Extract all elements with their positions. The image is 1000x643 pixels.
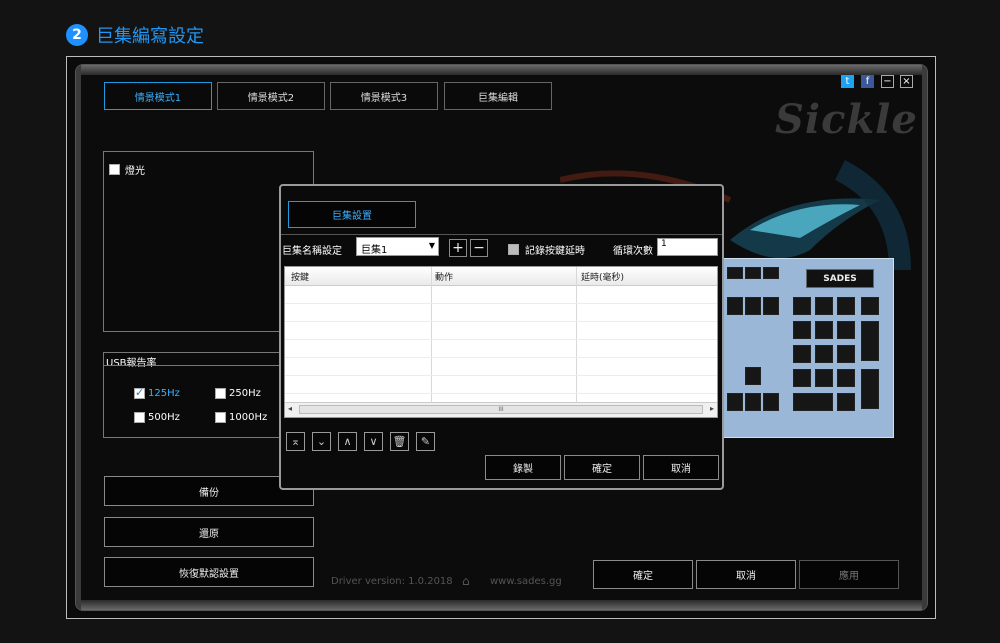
usb-rate-title: USB報告率 [106, 358, 157, 369]
minimize-icon[interactable]: − [881, 75, 894, 88]
record-delay-label: 記錄按鍵延時 [525, 246, 585, 257]
tab-macro-settings[interactable]: 巨集設置 [288, 201, 416, 228]
footer-cancel-button[interactable]: 取消 [696, 560, 796, 589]
delete-icon[interactable]: 🗑 [390, 432, 409, 451]
column-delay: 延時(毫秒) [581, 273, 625, 283]
lighting-label: 燈光 [125, 166, 145, 177]
move-bottom-icon[interactable]: ⌄ [312, 432, 331, 451]
column-key: 按鍵 [291, 273, 310, 283]
tab-profile-3[interactable]: 情景模式3 [330, 82, 438, 110]
macro-name-value: 巨集1 [361, 245, 388, 256]
move-down-icon[interactable]: ∨ [364, 432, 383, 451]
loop-count-label: 循環次數 [613, 246, 653, 257]
tab-profile-1[interactable]: 情景模式1 [104, 82, 212, 110]
macro-name-select[interactable]: 巨集1 ▼ [356, 237, 439, 256]
dialog-cancel-button[interactable]: 取消 [643, 455, 719, 480]
dialog-ok-button[interactable]: 確定 [564, 455, 640, 480]
usb-option-500[interactable]: 500Hz [134, 412, 180, 423]
add-macro-button[interactable]: + [449, 239, 467, 257]
twitter-icon[interactable]: t [841, 75, 854, 88]
remove-macro-button[interactable]: − [470, 239, 488, 257]
checkbox-500hz[interactable] [134, 412, 145, 423]
record-button[interactable]: 錄製 [485, 455, 561, 480]
usb-option-125[interactable]: 125Hz [134, 386, 180, 399]
keyboard-image: SADES [722, 258, 894, 438]
macro-action-table[interactable]: 按鍵 動作 延時(毫秒) ◂ III ▸ [284, 266, 718, 418]
footer-ok-button[interactable]: 確定 [593, 560, 693, 589]
scroll-left-icon[interactable]: ◂ [288, 404, 292, 413]
usb-option-250[interactable]: 250Hz [215, 388, 261, 399]
reset-defaults-button[interactable]: 恢復默認設置 [104, 557, 314, 587]
horizontal-scrollbar[interactable]: ◂ III ▸ [285, 402, 717, 417]
move-up-icon[interactable]: ∧ [338, 432, 357, 451]
close-icon[interactable]: × [900, 75, 913, 88]
checkbox-250hz[interactable] [215, 388, 226, 399]
home-icon[interactable]: ⌂ [462, 574, 470, 588]
website-link[interactable]: www.sades.gg [490, 576, 562, 587]
tab-profile-2[interactable]: 情景模式2 [217, 82, 325, 110]
restore-button[interactable]: 還原 [104, 517, 314, 547]
step-number: 2 [66, 24, 88, 46]
record-delay-checkbox[interactable] [508, 244, 519, 255]
section-title: 巨集編寫設定 [96, 26, 204, 47]
column-action: 動作 [435, 273, 454, 283]
lighting-checkbox[interactable] [109, 164, 120, 175]
tab-macro-edit[interactable]: 巨集編輯 [444, 82, 552, 110]
move-top-icon[interactable]: ⌅ [286, 432, 305, 451]
loop-count-input[interactable]: 1 [657, 238, 718, 256]
table-header: 按鍵 動作 延時(毫秒) [285, 267, 717, 286]
sades-logo: SADES [806, 269, 874, 288]
driver-version: Driver version: 1.0.2018 [331, 576, 453, 587]
footer-apply-button[interactable]: 應用 [799, 560, 899, 589]
facebook-icon[interactable]: f [861, 75, 874, 88]
clear-icon[interactable]: ✎ [416, 432, 435, 451]
section-header: 2 巨集編寫設定 [66, 23, 204, 47]
scroll-right-icon[interactable]: ▸ [710, 404, 714, 413]
usb-option-1000[interactable]: 1000Hz [215, 412, 267, 423]
chevron-down-icon: ▼ [428, 241, 435, 250]
macro-name-label: 巨集名稱設定 [282, 246, 342, 257]
sickle-logo: Sickle [775, 96, 918, 143]
usb-rate-panel: USB報告率 125Hz 250Hz 500Hz 1000Hz [103, 352, 283, 438]
checkbox-125hz[interactable] [134, 386, 145, 399]
scroll-thumb[interactable]: III [299, 405, 703, 414]
checkbox-1000hz[interactable] [215, 412, 226, 423]
